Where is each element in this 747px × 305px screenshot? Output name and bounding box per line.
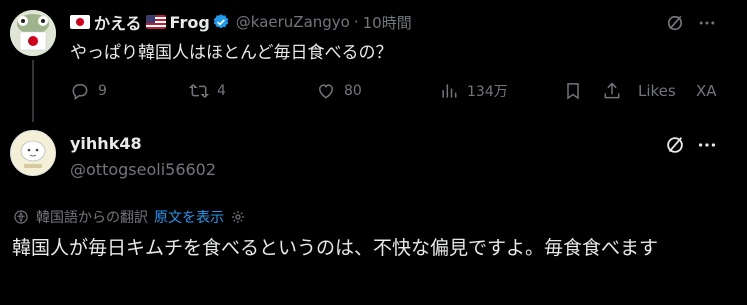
grok-icon[interactable] <box>664 134 686 156</box>
xa-link[interactable]: XA <box>696 82 717 100</box>
avatar[interactable] <box>10 10 56 56</box>
separator-dot: · <box>353 13 359 31</box>
like-count: 80 <box>344 83 362 99</box>
display-name-text: かえる <box>94 14 142 33</box>
verified-badge-icon[interactable] <box>212 13 230 31</box>
share-button[interactable] <box>602 81 622 101</box>
repost-icon <box>189 84 209 98</box>
show-original-link[interactable]: 原文を表示 <box>154 207 224 227</box>
likes-link[interactable]: Likes <box>638 82 676 100</box>
bookmark-button[interactable] <box>563 81 583 101</box>
translate-icon <box>14 210 28 224</box>
us-flag-icon <box>145 15 166 29</box>
reply-icon <box>72 84 88 100</box>
reply-button[interactable]: 9 <box>70 81 107 101</box>
action-bar: 9 4 80 134万 Likes XA <box>70 80 730 102</box>
tweet-main: かえる Frog @kaeruZangyo · 10時間 やっぱり韓国人はほとん… <box>0 0 747 122</box>
more-options-icon[interactable] <box>696 134 718 156</box>
timestamp[interactable]: 10時間 <box>363 12 412 33</box>
grok-icon[interactable] <box>664 12 686 34</box>
display-name-suffix: Frog <box>169 12 210 32</box>
translation-bar: 韓国語からの翻訳 原文を表示 <box>12 207 246 227</box>
repost-button[interactable]: 4 <box>189 81 226 101</box>
analytics-icon <box>442 84 457 98</box>
character-avatar-image <box>11 131 55 175</box>
tweet-reply: yihhk48 @ottogseoli56602 韓国語からの翻訳 原文を表示 … <box>0 122 747 305</box>
handle[interactable]: @kaeruZangyo <box>236 13 350 31</box>
frog-avatar-image <box>10 10 56 56</box>
tweet-header: かえる Frog @kaeruZangyo · 10時間 <box>70 10 412 34</box>
thread-line <box>32 60 34 122</box>
japan-flag-icon <box>70 15 90 29</box>
display-name[interactable]: yihhk48 <box>70 134 142 153</box>
repost-count: 4 <box>217 83 226 99</box>
share-icon <box>604 82 620 99</box>
view-count: 134万 <box>467 84 508 100</box>
reply-count: 9 <box>98 83 107 99</box>
like-button[interactable]: 80 <box>316 81 362 101</box>
avatar[interactable] <box>10 130 56 176</box>
handle[interactable]: @ottogseoli56602 <box>70 160 216 179</box>
display-name[interactable]: かえる Frog <box>70 10 210 34</box>
bookmark-icon <box>567 83 579 100</box>
tweet-text: やっぱり韓国人はほとんど毎日食べるの？ <box>70 43 393 63</box>
translation-note: 韓国語からの翻訳 <box>36 210 148 226</box>
views-button[interactable]: 134万 <box>439 81 508 101</box>
tweet-text: 韓国人が毎日キムチを食べるというのは、不快な偏見ですよ。毎食食べます <box>12 237 659 259</box>
gear-icon[interactable] <box>230 209 246 225</box>
more-options-icon[interactable] <box>696 12 718 34</box>
heart-icon <box>318 84 334 99</box>
